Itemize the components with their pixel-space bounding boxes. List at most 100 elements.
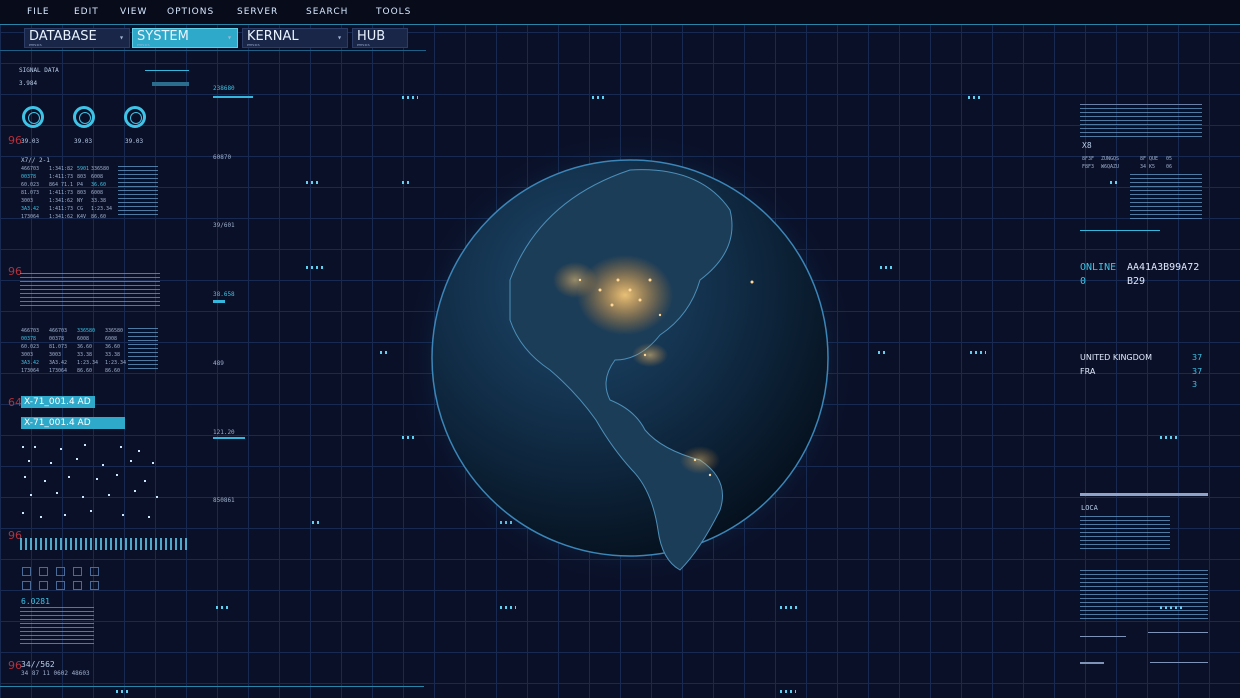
tab-database[interactable]: DATABASE PHYSICS ▾ [24, 28, 130, 48]
grid-cell-icon [73, 567, 82, 576]
table-cell: 6008 [77, 336, 90, 342]
table-cell: 86.60 [105, 368, 121, 374]
highlight-tag[interactable]: X-71_001.4 AD [21, 396, 95, 408]
scale-marker [213, 300, 225, 303]
menu-view[interactable]: VIEW [120, 7, 147, 17]
bottom-code: 34//562 [21, 660, 55, 669]
menu-search[interactable]: SEARCH [306, 7, 348, 17]
panel-code: 06 [1166, 164, 1173, 170]
signal-meter [145, 70, 189, 71]
node-dots [312, 521, 320, 524]
chevron-down-icon[interactable]: ▾ [119, 33, 124, 42]
scale-label: 38.658 [213, 291, 235, 298]
divider [1080, 662, 1104, 664]
country-name: FRA [1080, 367, 1096, 376]
node-dots [880, 266, 894, 269]
menu-edit[interactable]: EDIT [74, 7, 99, 17]
table-cell: 86.60 [77, 368, 93, 374]
table-cell: 3003 [21, 198, 34, 204]
red-marker: 96 [8, 659, 22, 672]
panel-label: X8 [1082, 141, 1092, 150]
table-cell: 803 [77, 174, 87, 180]
panel-code: F8F3 [1082, 164, 1095, 170]
node-dots [216, 606, 228, 609]
scale-label: 39/601 [213, 222, 235, 229]
gauge-ring-icon [73, 106, 95, 128]
dot-matrix [22, 444, 158, 518]
table-cell: 1:73 [61, 174, 74, 180]
tab-system-label: SYSTEM [137, 29, 189, 44]
tab-kernal[interactable]: KERNAL PHYSICS ▾ [242, 28, 348, 48]
readout-bars [1080, 108, 1202, 138]
node-dots [306, 181, 320, 184]
table-cell: 1:82 [61, 166, 74, 172]
menu-file[interactable]: FILE [27, 7, 50, 17]
scale-label: 238680 [213, 85, 235, 92]
log-lines [20, 607, 94, 647]
table-cell: 173064 [21, 368, 40, 374]
country-value: 37 [1192, 353, 1203, 362]
bar-sparkline [118, 166, 158, 216]
node-dots [306, 266, 326, 269]
table-cell: 6008 [91, 174, 104, 180]
table-cell: 3003 [49, 352, 62, 358]
table-cell: 1:34 [49, 166, 62, 172]
divider [1148, 632, 1208, 633]
gauge-ring-icon [124, 106, 146, 128]
table-cell: 1:73 [61, 206, 74, 212]
menu-options[interactable]: OPTIONS [167, 7, 214, 17]
table-cell: 3003 [21, 352, 34, 358]
table-cell: 3A3.42 [21, 206, 40, 212]
chevron-down-icon[interactable]: ▾ [337, 33, 342, 42]
grid-cell-icon [22, 567, 31, 576]
node-dots [970, 351, 986, 354]
table-cell: 6008 [105, 336, 118, 342]
table-cell: 336580 [91, 166, 110, 172]
table-cell: 33.38 [91, 198, 107, 204]
readout-bars [1130, 174, 1202, 222]
table-cell: K4V [77, 214, 87, 220]
country-value: 3 [1192, 380, 1198, 389]
tab-hub[interactable]: HUB PHYSICS [352, 28, 408, 48]
country-value: 37 [1192, 367, 1203, 376]
scale-label: 850861 [213, 497, 235, 504]
table-cell: 60.023 [21, 182, 40, 188]
divider [1080, 493, 1208, 496]
table-cell: 336580 [105, 328, 124, 334]
table-cell: 5901 [77, 166, 90, 172]
menu-bar: FILE EDIT VIEW OPTIONS SERVER SEARCH TOO… [0, 0, 1240, 25]
scale-label: 121.20 [213, 429, 235, 436]
table-cell: 1:41 [49, 190, 62, 196]
menu-server[interactable]: SERVER [237, 7, 278, 17]
table-cell: 1:34 [49, 198, 62, 204]
tab-system-sub: PHYSICS [137, 43, 150, 47]
menu-tools[interactable]: TOOLS [376, 7, 411, 17]
table-cell: 81.073 [49, 344, 68, 350]
node-dots [780, 606, 800, 609]
highlight-tag[interactable]: X-71_001.4 AD [21, 417, 125, 429]
table-cell: 00378 [49, 336, 65, 342]
node-dots [592, 96, 604, 99]
tab-system[interactable]: SYSTEM PHYSICS ▾ [132, 28, 238, 48]
divider [1150, 662, 1208, 663]
divider [0, 686, 424, 687]
table-cell: P4 [77, 182, 84, 188]
tab-hub-label: HUB [357, 29, 386, 44]
node-dots [968, 96, 982, 99]
table-cell: NY [77, 198, 84, 204]
table-cell: 466703 [21, 166, 40, 172]
panel-code: 8F QUE [1140, 156, 1159, 162]
bottom-code-sub: 34 87 11 0602 48603 [21, 670, 90, 677]
earth-globe[interactable] [400, 128, 860, 590]
grid-cell-icon [90, 581, 99, 590]
gauge-value: 39.03 [74, 138, 93, 145]
scale-marker [213, 437, 245, 439]
status-value: 0 [1080, 276, 1087, 287]
gauge-value: 39.03 [125, 138, 144, 145]
node-dots [878, 351, 886, 354]
panel-code: ZUNGQS [1101, 156, 1120, 162]
table-cell: 36.60 [105, 344, 121, 350]
divider [1080, 230, 1160, 231]
chevron-down-icon[interactable]: ▾ [227, 33, 232, 42]
readout-bars [1080, 516, 1170, 552]
